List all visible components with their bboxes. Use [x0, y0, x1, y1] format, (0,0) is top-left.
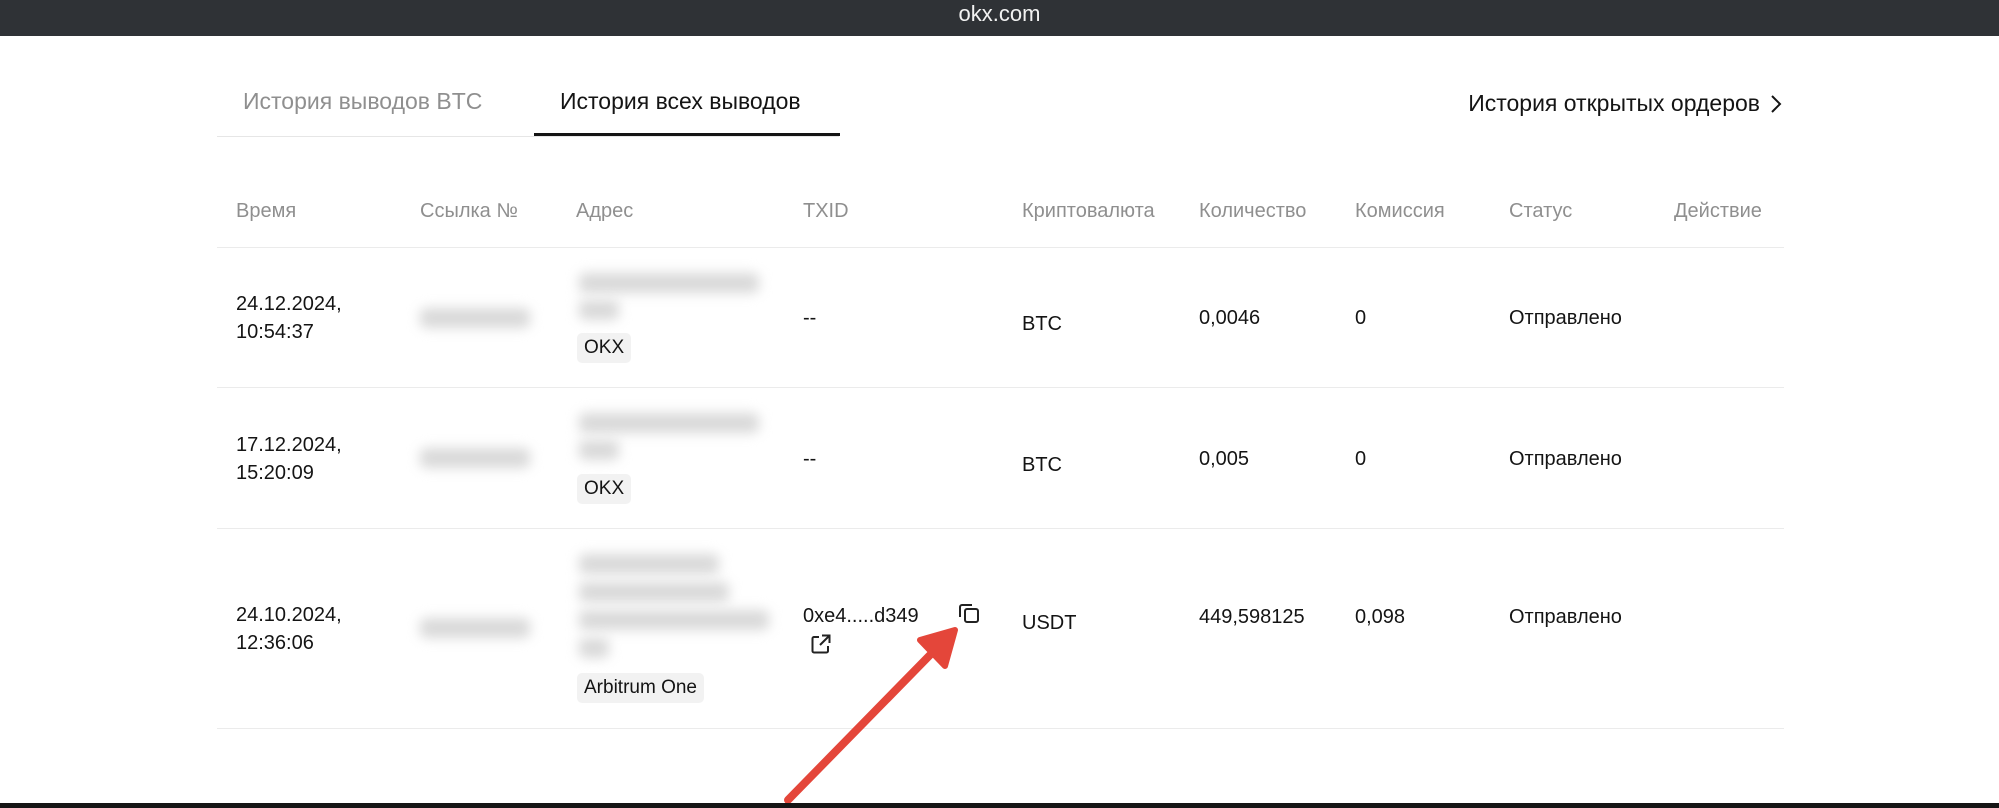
row-status: Отправлено: [1509, 307, 1622, 329]
tab-bar-divider: [217, 136, 839, 137]
address-redacted: [579, 610, 769, 630]
external-link-icon[interactable]: [809, 632, 833, 656]
tab-bar: История выводов BTC История всех выводов…: [217, 60, 1784, 138]
tab-btc-withdrawals[interactable]: История выводов BTC: [243, 88, 482, 115]
browser-address-bar: okx.com: [0, 0, 1999, 36]
network-tag: OKX: [577, 474, 632, 504]
open-orders-label: История открытых ордеров: [1468, 90, 1760, 116]
row-fee: 0: [1355, 307, 1367, 329]
address-redacted: [579, 413, 759, 433]
header-fee: Комиссия: [1355, 200, 1445, 222]
row-txid: --: [803, 307, 817, 329]
header-time: Время: [236, 200, 297, 222]
row-crypto: BTC: [1022, 454, 1062, 476]
row-fee: 0,098: [1355, 606, 1406, 628]
browser-url: okx.com: [958, 1, 1041, 26]
row-time: 24.12.2024, 10:54:37: [236, 290, 342, 346]
row-qty: 0,0046: [1199, 307, 1261, 329]
header-divider: [217, 247, 1784, 248]
row-clock: 10:54:37: [236, 321, 314, 343]
row-date: 17.12.2024,: [236, 434, 342, 456]
header-action: Действие: [1674, 200, 1762, 222]
row-date: 24.12.2024,: [236, 293, 342, 315]
row-crypto: BTC: [1022, 313, 1062, 335]
open-orders-history-link[interactable]: История открытых ордеров: [1468, 90, 1784, 117]
active-tab-indicator: [534, 133, 840, 136]
header-status: Статус: [1509, 200, 1573, 222]
network-tag: OKX: [577, 333, 632, 363]
address-redacted: [579, 440, 619, 460]
row-date: 24.10.2024,: [236, 604, 342, 626]
header-txid: TXID: [803, 200, 849, 222]
row-qty: 0,005: [1199, 448, 1250, 470]
address-redacted: [579, 638, 609, 658]
row-divider: [217, 528, 1784, 529]
row-time: 24.10.2024, 12:36:06: [236, 601, 342, 657]
ref-redacted: [420, 448, 530, 468]
chevron-right-icon: [1771, 94, 1782, 113]
header-crypto: Криптовалюта: [1022, 200, 1155, 222]
network-tag: Arbitrum One: [577, 673, 704, 703]
row-time: 17.12.2024, 15:20:09: [236, 431, 342, 487]
row-divider: [217, 387, 1784, 388]
row-clock: 12:36:06: [236, 632, 314, 654]
row-qty: 449,598125: [1199, 606, 1305, 628]
address-redacted: [579, 300, 619, 320]
header-qty: Количество: [1199, 200, 1307, 222]
row-status: Отправлено: [1509, 448, 1622, 470]
row-fee: 0: [1355, 448, 1367, 470]
address-redacted: [579, 273, 759, 293]
row-status: Отправлено: [1509, 606, 1622, 628]
window-bottom-edge: [0, 803, 1999, 808]
copy-icon[interactable]: [956, 600, 982, 626]
row-txid: 0xe4.....d349: [803, 605, 919, 627]
ref-redacted: [420, 308, 530, 328]
header-ref: Ссылка №: [420, 200, 518, 222]
address-redacted: [579, 554, 719, 574]
header-address: Адрес: [576, 200, 634, 222]
row-clock: 15:20:09: [236, 462, 314, 484]
tab-all-withdrawals[interactable]: История всех выводов: [560, 88, 801, 115]
ref-redacted: [420, 618, 530, 638]
row-divider: [217, 728, 1784, 729]
address-redacted: [579, 582, 729, 602]
row-txid: --: [803, 448, 817, 470]
row-crypto: USDT: [1022, 612, 1077, 634]
